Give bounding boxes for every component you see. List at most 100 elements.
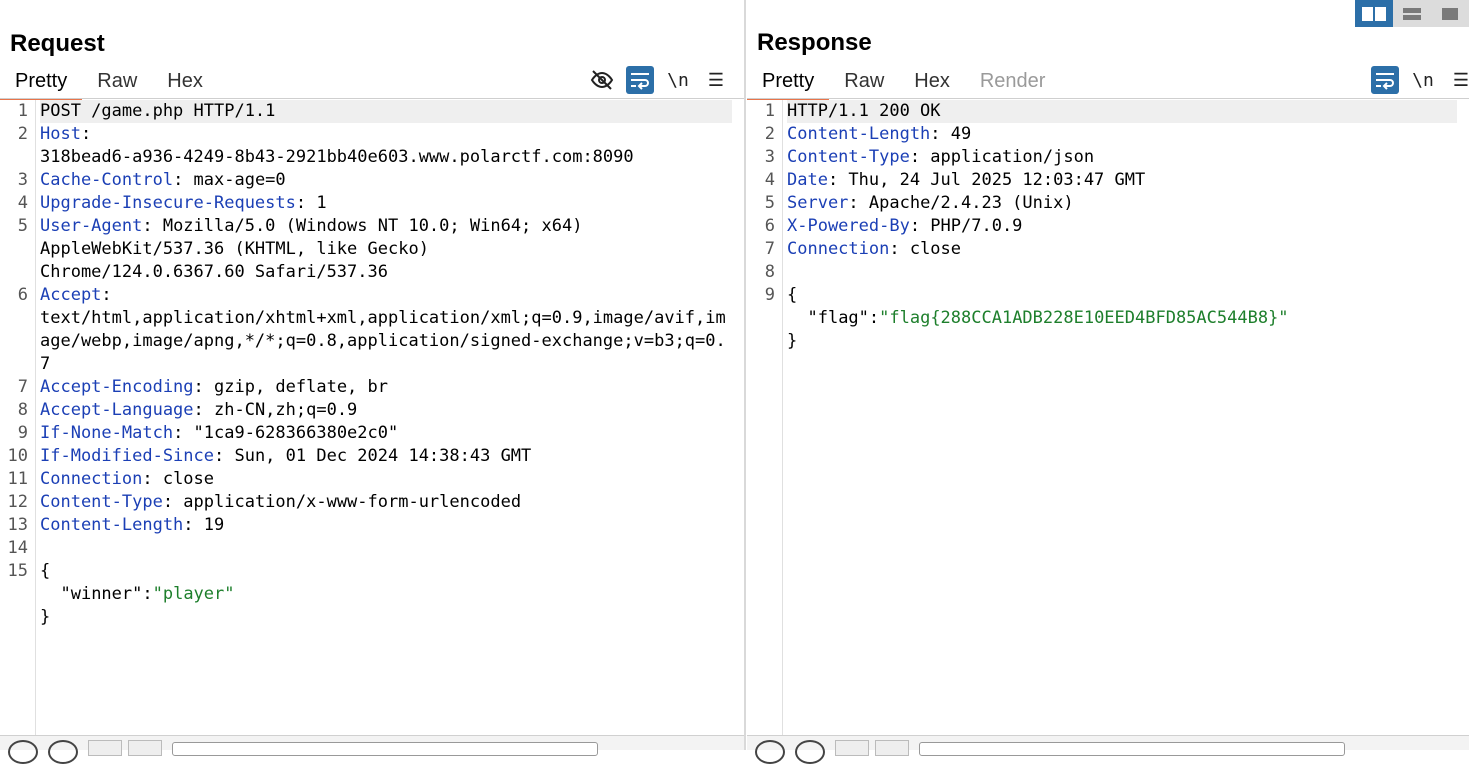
line-number: 7 <box>764 239 775 259</box>
code-text: : zh-CN,zh;q=0.9 <box>193 400 358 420</box>
split-horizontal-icon[interactable] <box>1355 0 1393 27</box>
line-content: HTTP/1.1 200 OK <box>787 100 1457 123</box>
forward-button[interactable] <box>875 740 909 756</box>
code-line: 12 Content-Type: application/x-www-form-u… <box>8 491 732 514</box>
help-icon[interactable] <box>755 740 785 764</box>
code-line: 1 POST /game.php HTTP/1.1 <box>18 100 732 123</box>
line-content: { "winner":"player" } <box>40 560 732 629</box>
menu-icon[interactable]: ☰ <box>702 66 730 94</box>
menu-icon[interactable]: ☰ <box>1447 66 1469 94</box>
forward-button[interactable] <box>128 740 162 756</box>
tab-hex[interactable]: Hex <box>899 68 965 98</box>
divider <box>747 98 1469 99</box>
code-text: : application/x-www-form-urlencoded <box>162 492 522 512</box>
header-name: If-Modified-Since <box>40 446 214 466</box>
tab-pretty[interactable]: Pretty <box>0 68 83 100</box>
line-content: Connection: close <box>787 238 1457 261</box>
line-content: Cache-Control: max-age=0 <box>40 169 732 192</box>
line-number: 10 <box>7 446 28 466</box>
code-line: 3 Cache-Control: max-age=0 <box>18 169 732 192</box>
response-pane: Response Pretty Raw Hex Render \n ☰ 1 HTTP/1… <box>747 0 1469 764</box>
line-number: 15 <box>7 561 28 581</box>
code-line: 8 <box>765 261 1457 284</box>
request-editor[interactable]: 1 POST /game.php HTTP/1.1 2 Host: 318bead6-… <box>0 100 744 736</box>
header-name: Connection <box>787 239 890 259</box>
response-bottom-bar <box>747 735 1469 764</box>
wrap-icon[interactable] <box>1371 66 1399 94</box>
header-name: Cache-Control <box>40 170 174 190</box>
code-line: 15 { "winner":"player" } <box>8 560 732 629</box>
tab-raw[interactable]: Raw <box>82 68 152 98</box>
eye-slash-icon[interactable] <box>588 66 616 94</box>
response-tabs: Pretty Raw Hex Render <box>747 68 1060 100</box>
line-number: 2 <box>17 124 28 144</box>
header-name: Content-Type <box>787 147 910 167</box>
request-bottom-bar <box>0 735 744 764</box>
code-line: 5 Server: Apache/2.4.23 (Unix) <box>765 192 1457 215</box>
code-text: : application/json <box>909 147 1095 167</box>
header-name: Accept-Language <box>40 400 194 420</box>
layout-switch <box>1355 0 1469 27</box>
tab-pretty[interactable]: Pretty <box>747 68 830 100</box>
response-toolbar: \n ☰ <box>1371 66 1469 94</box>
code-text: : 1 <box>295 193 327 213</box>
header-name: Content-Length <box>787 124 931 144</box>
search-input[interactable] <box>172 742 598 756</box>
request-code: 1 POST /game.php HTTP/1.1 2 Host: 318bead6-… <box>8 100 732 629</box>
line-content: Server: Apache/2.4.23 (Unix) <box>787 192 1457 215</box>
code-line: 6 Accept: text/html,application/xhtml+xml… <box>18 284 732 376</box>
code-text: : 49 <box>930 124 972 144</box>
single-pane-icon[interactable] <box>1431 0 1469 27</box>
line-number: 5 <box>764 193 775 213</box>
header-name: X-Powered-By <box>787 216 910 236</box>
line-number: 5 <box>17 216 28 236</box>
line-number: 3 <box>764 147 775 167</box>
header-name: User-Agent <box>40 216 143 236</box>
tab-render[interactable]: Render <box>965 68 1061 98</box>
code-line: 2 Host: 318bead6-a936-4249-8b43-2921bb40e… <box>18 123 732 169</box>
header-name: Accept <box>40 285 102 305</box>
line-number: 4 <box>17 193 28 213</box>
code-text: } <box>40 607 51 627</box>
line-content <box>40 537 732 560</box>
line-number: 14 <box>7 538 28 558</box>
line-number: 6 <box>764 216 775 236</box>
back-button[interactable] <box>88 740 122 756</box>
response-editor[interactable]: 1 HTTP/1.1 200 OK 2 Content-Length: 49 3 Cont… <box>747 100 1469 736</box>
gear-icon[interactable] <box>48 740 78 764</box>
code-line: 9 { "flag":"flag{288CCA1ADB228E10EED4BFD8… <box>765 284 1457 353</box>
request-toolbar: \n ☰ <box>588 66 730 94</box>
split-vertical-icon[interactable] <box>1393 0 1431 27</box>
code-text: } <box>787 331 798 351</box>
response-title: Response <box>757 29 872 56</box>
line-content: { "flag":"flag{288CCA1ADB228E10EED4BFD85… <box>787 284 1457 353</box>
header-name: Host <box>40 124 81 144</box>
tab-raw[interactable]: Raw <box>829 68 899 98</box>
wrap-icon[interactable] <box>626 66 654 94</box>
line-number: 4 <box>764 170 775 190</box>
newline-icon[interactable]: \n <box>1409 66 1437 94</box>
gear-icon[interactable] <box>795 740 825 764</box>
code-line: 7 Accept-Encoding: gzip, deflate, br <box>18 376 732 399</box>
code-text: : Sun, 01 Dec 2024 14:38:43 GMT <box>214 446 532 466</box>
code-line: 14 <box>8 537 732 560</box>
help-icon[interactable] <box>8 740 38 764</box>
line-content: Accept-Language: zh-CN,zh;q=0.9 <box>40 399 732 422</box>
code-text: : close <box>889 239 962 259</box>
back-button[interactable] <box>835 740 869 756</box>
request-title: Request <box>10 30 105 57</box>
search-input[interactable] <box>919 742 1345 756</box>
code-text: : Thu, 24 Jul 2025 12:03:47 GMT <box>827 170 1146 190</box>
line-content: Content-Length: 19 <box>40 514 732 537</box>
code-line: 4 Upgrade-Insecure-Requests: 1 <box>18 192 732 215</box>
line-number: 2 <box>764 124 775 144</box>
line-number: 7 <box>17 377 28 397</box>
code-line: 3 Content-Type: application/json <box>765 146 1457 169</box>
code-text: HTTP/1.1 200 OK <box>787 101 941 121</box>
tab-hex[interactable]: Hex <box>152 68 218 98</box>
line-number: 11 <box>7 469 28 489</box>
line-number: 1 <box>17 101 28 121</box>
line-number: 12 <box>7 492 28 512</box>
newline-icon[interactable]: \n <box>664 66 692 94</box>
line-number: 13 <box>7 515 28 535</box>
